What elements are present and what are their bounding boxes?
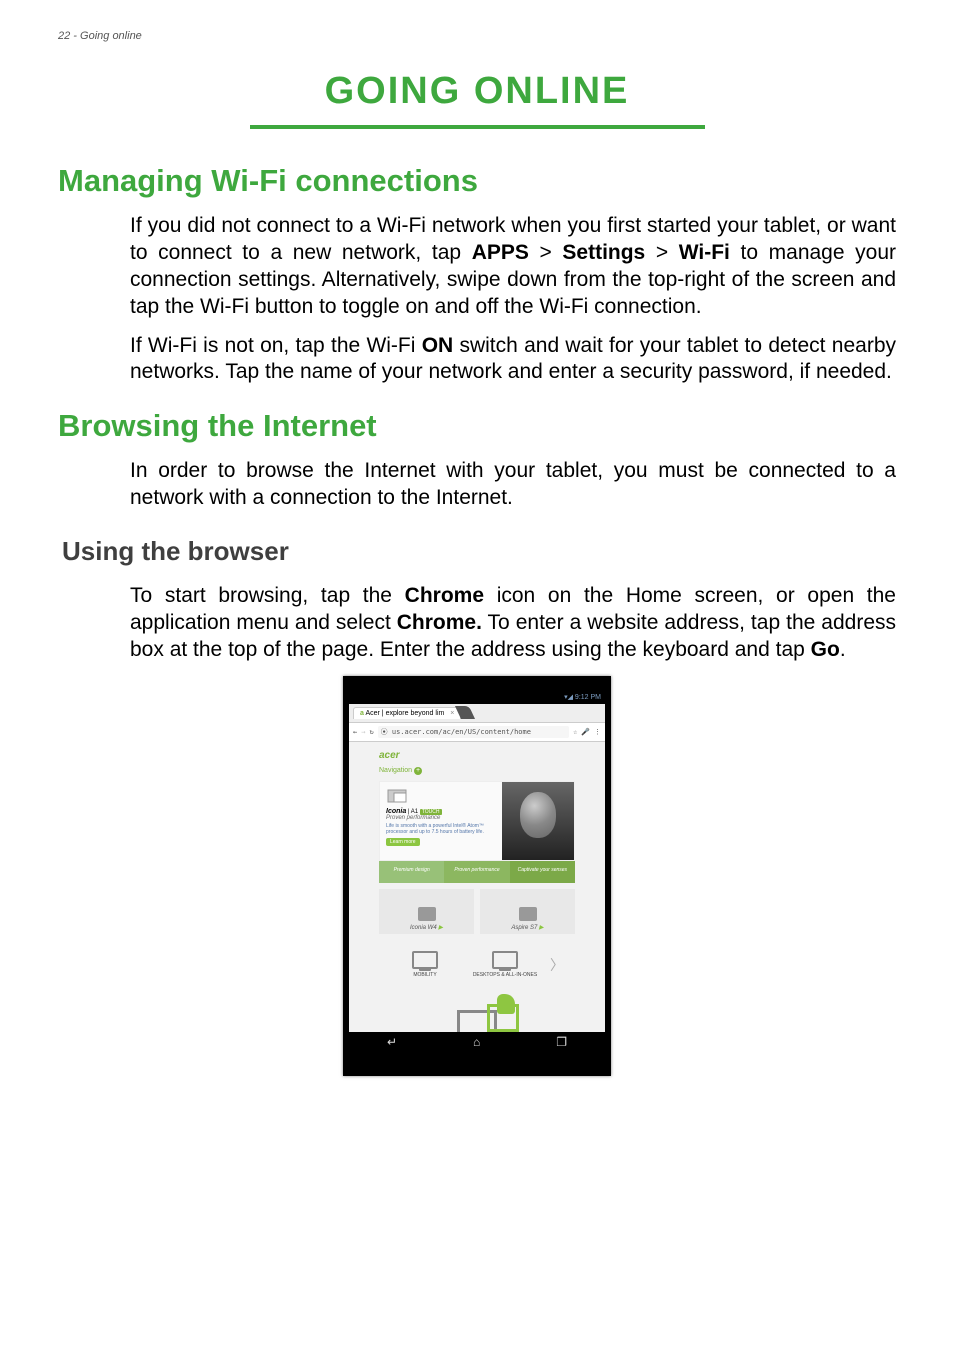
hero-tab-1[interactable]: Premium design bbox=[379, 861, 444, 883]
section-name: Going online bbox=[80, 30, 142, 42]
title-underline bbox=[250, 125, 705, 129]
hand-icon bbox=[497, 994, 515, 1014]
product-card-1[interactable]: Iconia W4 ▶ bbox=[379, 889, 474, 934]
device-thumb-icon bbox=[386, 788, 412, 806]
status-bar: ▾◢ 9:12 PM bbox=[349, 692, 605, 704]
category-desktops[interactable]: DESKTOPS & ALL-IN-ONES bbox=[470, 944, 540, 986]
page-title: GOING ONLINE bbox=[58, 70, 896, 125]
paragraph-browser-1: To start browsing, tap the Chrome icon o… bbox=[58, 583, 896, 664]
subheading-using-browser: Using the browser bbox=[62, 536, 896, 567]
star-outline-icon[interactable]: ☆ bbox=[573, 728, 577, 736]
url-text: us.acer.com/ac/en/US/content/home bbox=[392, 728, 531, 736]
product-card-2[interactable]: Aspire S7 ▶ bbox=[480, 889, 575, 934]
nav-home-icon[interactable]: ⌂ bbox=[473, 1035, 480, 1049]
forward-icon[interactable]: → bbox=[361, 728, 365, 736]
close-tab-icon[interactable]: × bbox=[450, 710, 454, 717]
product-thumb-icon bbox=[418, 907, 436, 921]
category-mobility[interactable]: MOBILITY bbox=[390, 944, 460, 986]
hero-banner: Iconia | A1 TOUCH Proven performance Lif… bbox=[379, 781, 575, 861]
browser-tab-row: a Acer | explore beyond lim × bbox=[349, 704, 605, 723]
acer-logo: acer bbox=[349, 742, 605, 763]
address-bar[interactable]: ⦿ us.acer.com/ac/en/US/content/home bbox=[378, 726, 569, 738]
page-number: 22 bbox=[58, 30, 70, 42]
laptop-icon bbox=[412, 951, 438, 969]
heading-browsing-internet: Browsing the Internet bbox=[58, 408, 896, 444]
globe-icon: ⦿ bbox=[381, 728, 392, 736]
touch-badge: TOUCH bbox=[420, 809, 442, 815]
browser-tab-active[interactable]: a Acer | explore beyond lim × bbox=[353, 707, 461, 719]
hero-tab-2[interactable]: Proven performance bbox=[444, 861, 509, 883]
plus-icon: + bbox=[414, 767, 422, 775]
back-icon[interactable]: ← bbox=[353, 728, 357, 736]
nav-back-icon[interactable]: ↵ bbox=[387, 1035, 397, 1049]
product-row: Iconia W4 ▶ Aspire S7 ▶ bbox=[379, 889, 575, 934]
desktop-icon bbox=[492, 951, 518, 969]
hero-tabs: Premium design Proven performance Captiv… bbox=[379, 861, 575, 883]
hero-subtitle: Proven performance bbox=[386, 815, 496, 821]
learn-more-button[interactable]: Learn more bbox=[386, 838, 420, 846]
arrow-icon: ▶ bbox=[539, 925, 544, 931]
paragraph-wifi-1: If you did not connect to a Wi-Fi networ… bbox=[58, 213, 896, 321]
tab-title: Acer | explore beyond lim bbox=[365, 710, 444, 717]
paragraph-wifi-2: If Wi-Fi is not on, tap the Wi-Fi ON swi… bbox=[58, 333, 896, 387]
heading-managing-wifi: Managing Wi-Fi connections bbox=[58, 163, 896, 199]
navigation-label[interactable]: Navigation + bbox=[349, 763, 605, 781]
arrow-icon: ▶ bbox=[438, 925, 443, 931]
hero-blurb: Life is smooth with a powerful Intel® At… bbox=[386, 823, 496, 835]
product-thumb-icon bbox=[519, 907, 537, 921]
mic-icon[interactable]: 🎤 bbox=[581, 728, 590, 736]
wifi-status-icon: ▾◢ bbox=[564, 694, 575, 701]
hero-tab-3[interactable]: Captivate your senses bbox=[510, 861, 575, 883]
acer-favicon: a bbox=[360, 710, 364, 717]
paragraph-browse-intro: In order to browse the Internet with you… bbox=[58, 458, 896, 512]
tablet-screen: ▾◢ 9:12 PM a Acer | explore beyond lim ×… bbox=[349, 692, 605, 1052]
hero-title: Iconia bbox=[386, 808, 406, 815]
browser-toolbar: ← → ↻ ⦿ us.acer.com/ac/en/US/content/hom… bbox=[349, 723, 605, 742]
status-time: 9:12 PM bbox=[575, 694, 601, 701]
chevron-right-icon[interactable]: 〉 bbox=[550, 955, 564, 975]
reload-icon[interactable]: ↻ bbox=[369, 728, 373, 736]
hero-image bbox=[502, 782, 574, 860]
nav-recent-icon[interactable]: ❐ bbox=[556, 1035, 567, 1049]
header-breadcrumb: 22 - Going online bbox=[58, 30, 896, 42]
more-vert-icon[interactable]: ⋮ bbox=[594, 728, 601, 736]
android-nav-bar: ↵ ⌂ ❐ bbox=[349, 1032, 605, 1052]
portrait-photo bbox=[520, 792, 556, 838]
category-row: MOBILITY DESKTOPS & ALL-IN-ONES 〉 bbox=[379, 944, 575, 986]
tablet-frame: ▾◢ 9:12 PM a Acer | explore beyond lim ×… bbox=[343, 676, 611, 1076]
hero-left: Iconia | A1 TOUCH Proven performance Lif… bbox=[380, 782, 502, 860]
